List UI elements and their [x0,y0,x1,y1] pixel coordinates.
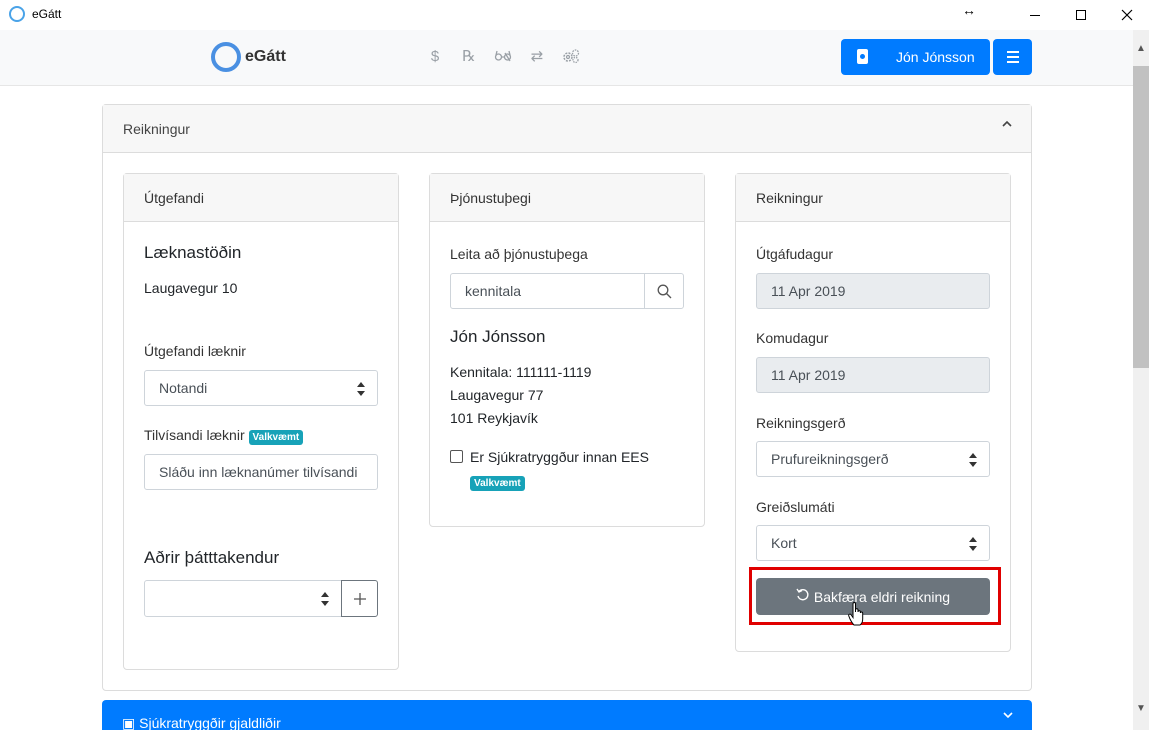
user-button[interactable]: Jón Jónsson [841,39,990,75]
recipient-card-header: Þjónustuþegi [430,174,704,222]
referring-doctor-placeholder: Sláðu inn læknanúmer tilvísandi [159,464,358,480]
select-arrows-icon [969,453,977,467]
payment-method-select[interactable]: Kort [756,525,990,561]
navbar: eGátt $ ℞ ⇄ Jón Jónsson [0,30,1133,86]
referring-doctor-label-text: Tilvísandi læknir [144,427,245,443]
invoice-type-select[interactable]: Prufureikningsgerð [756,441,990,477]
invoice-card-header: Reikningur [736,174,1010,222]
logo-ring-icon [211,42,241,72]
maximize-button[interactable] [1058,0,1104,30]
recipient-name: Jón Jónsson [450,327,546,346]
referring-doctor-label: Tilvísandi læknir Valkvæmt [144,427,304,445]
select-arrows-icon [357,382,365,396]
optional-badge: Valkvæmt [248,430,304,445]
invoice-type-label: Reikningsgerð [756,415,846,431]
ees-optional-badge-wrap: Valkvæmt [470,473,525,491]
arrival-date-field: 11 Apr 2019 [756,357,990,393]
exchange-icon[interactable]: ⇄ [528,46,546,66]
glasses-icon[interactable] [494,46,512,66]
kennitala-search-value: kennitala [465,283,522,299]
doctor-select-value: Notandi [159,380,208,396]
kennitala-search-input[interactable]: kennitala [450,273,645,309]
menu-button[interactable] [993,39,1032,75]
recipient-city: 101 Reykjavík [450,410,538,426]
scrollbar[interactable]: ▲ ▼ [1133,30,1149,730]
other-participants-select[interactable] [144,580,342,617]
window-title: eGátt [32,7,62,21]
insured-items-title: ▣ Sjúkratryggðir gjaldliðir [122,715,281,730]
clinic-address: Laugavegur 10 [144,280,238,296]
payment-method-label: Greiðslumáti [756,499,835,515]
minimize-button[interactable] [1012,0,1058,30]
dollar-icon[interactable]: $ [426,46,444,66]
search-icon [657,284,671,298]
resize-icon: ↔ [962,2,976,18]
highlight-box [749,567,1001,625]
user-name: Jón Jónsson [896,49,975,65]
invoice-card-title: Reikningur [756,190,823,206]
issue-date-label: Útgáfudagur [756,246,834,262]
insured-items-section-header[interactable]: ▣ Sjúkratryggðir gjaldliðir [102,700,1032,730]
add-participant-button[interactable] [341,580,378,617]
payment-method-value: Kort [771,535,797,551]
doctor-label: Útgefandi læknir [144,343,246,359]
invoice-type-value: Prufureikningsgerð [771,451,889,467]
issue-date-field: 11 Apr 2019 [756,273,990,309]
other-participants-title: Aðrir þátttakendur [144,548,280,567]
settings-icon[interactable] [562,46,580,66]
plus-icon [353,592,366,605]
id-badge-icon [857,49,868,64]
referring-doctor-input[interactable]: Sláðu inn læknanúmer tilvísandi [144,454,378,490]
chevron-down-icon[interactable] [1002,708,1014,724]
minimize-icon [1030,14,1040,16]
prescription-icon[interactable]: ℞ [460,46,478,66]
window-titlebar: eGátt ↔ [0,0,1149,30]
close-icon [1121,9,1133,21]
recipient-kennitala: Kennitala: 111111-1119 [450,364,592,380]
clinic-name: Læknastöðin [144,243,242,262]
scroll-down-icon[interactable]: ▼ [1133,700,1149,716]
recipient-card-title: Þjónustuþegi [450,190,531,206]
hand-cursor-icon [848,602,864,626]
maximize-icon [1076,10,1086,20]
scroll-up-icon[interactable]: ▲ [1133,30,1149,66]
invoice-section-title: Reikningur [123,121,190,137]
arrival-date-value: 11 Apr 2019 [771,367,846,383]
app-icon [9,6,25,22]
logo-text: eGátt [245,48,286,65]
ees-label: Er Sjúkratryggður innan EES [470,449,649,465]
issuer-card-title: Útgefandi [144,190,204,206]
ees-checkbox[interactable] [450,450,463,463]
close-button[interactable] [1104,0,1149,30]
doctor-select[interactable]: Notandi [144,370,378,406]
select-arrows-icon [321,592,329,606]
select-arrows-icon [969,537,977,551]
nav-icons: $ ℞ ⇄ [426,46,580,66]
search-label: Leita að þjónustuþega [450,246,588,262]
menu-icon [1006,51,1019,53]
issuer-card-header: Útgefandi [124,174,398,222]
recipient-street: Laugavegur 77 [450,387,544,403]
chevron-up-icon[interactable] [1001,117,1013,133]
logo[interactable]: eGátt [211,42,286,72]
document-plus-icon: ▣ [122,715,140,730]
issue-date-value: 11 Apr 2019 [771,283,846,299]
search-button[interactable] [644,273,684,309]
optional-badge: Valkvæmt [470,476,525,491]
insured-items-title-text: Sjúkratryggðir gjaldliðir [139,715,281,730]
invoice-section-header[interactable]: Reikningur [103,105,1031,153]
scroll-thumb[interactable] [1133,66,1149,368]
arrival-date-label: Komudagur [756,330,829,346]
